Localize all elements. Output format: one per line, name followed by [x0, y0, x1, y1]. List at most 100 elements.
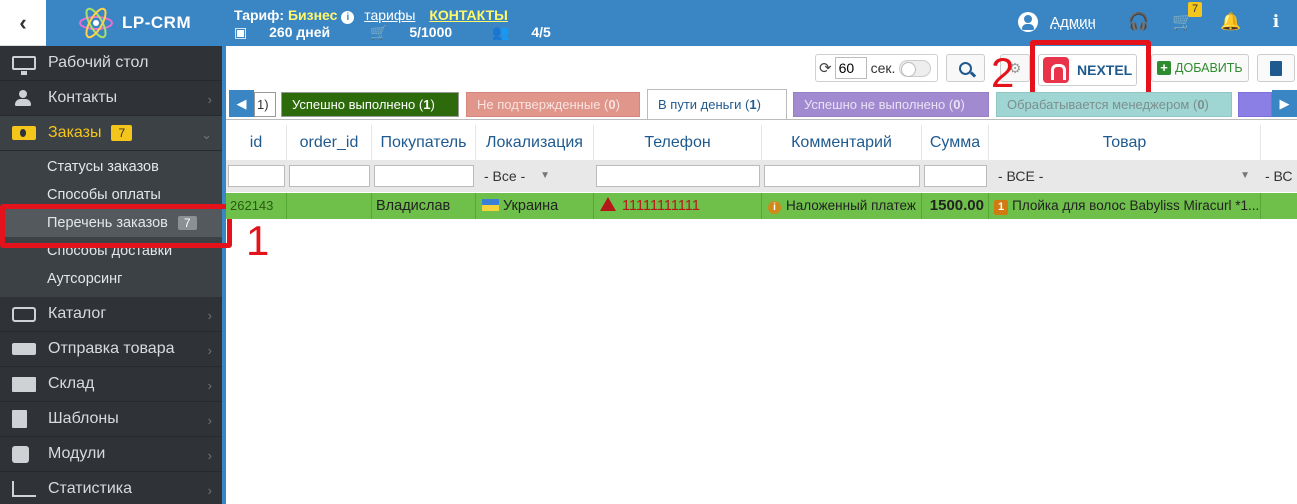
atom-logo-icon	[79, 7, 113, 39]
users-icon	[12, 89, 36, 107]
cart-badge: 7	[1188, 2, 1203, 17]
filter-buyer-input[interactable]	[374, 165, 474, 187]
search-icon	[959, 61, 972, 75]
refresh-icon[interactable]: ⟳	[819, 59, 832, 77]
cell-buyer[interactable]: Владислав	[372, 193, 476, 219]
phone-number: 11111111111	[622, 198, 700, 214]
column-header-product[interactable]: Товар	[989, 125, 1261, 160]
add-order-button[interactable]: + ДОБАВИТЬ	[1151, 54, 1249, 82]
submenu-outsourcing[interactable]: Аутсорсинг	[0, 265, 222, 293]
sidebar-item-orders[interactable]: Заказы 7 ⌄	[0, 116, 222, 151]
status-tab-next[interactable]	[1238, 92, 1272, 117]
chevron-right-icon: ›	[207, 308, 212, 323]
chevron-right-icon: ›	[207, 92, 212, 107]
table-row[interactable]: 262143 Владислав Украина 11111111111 i На…	[226, 193, 1297, 219]
chevron-down-icon: ▼	[540, 170, 550, 181]
sidebar-toggle-button[interactable]: ‹	[0, 0, 46, 46]
highlight-box-2	[1030, 40, 1151, 98]
submenu-order-statuses[interactable]: Статусы заказов	[0, 153, 222, 181]
filter-localization-select[interactable]: - Все - ▼	[478, 164, 558, 188]
contacts-link[interactable]: КОНТАКТЫ	[429, 7, 507, 23]
annotation-number-2: 2	[991, 49, 1015, 96]
headset-icon[interactable]: 🎧	[1128, 12, 1149, 32]
sidebar-item-catalog[interactable]: Каталог ›	[0, 297, 222, 332]
tab-count: 0	[608, 97, 616, 112]
monitor-icon	[12, 56, 36, 75]
chevron-right-icon: ›	[207, 343, 212, 358]
auto-refresh-group: ⟳ сек.	[815, 54, 938, 82]
cell-comment[interactable]: i Наложенный платеж	[762, 193, 922, 219]
column-header-phone[interactable]: Телефон	[594, 125, 762, 160]
orders-badge: 7	[111, 125, 133, 141]
tariffs-link[interactable]: тарифы	[364, 7, 415, 23]
cell-phone[interactable]: 11111111111	[594, 193, 762, 219]
refresh-seconds-input[interactable]	[834, 57, 867, 79]
info-icon: i	[768, 201, 781, 214]
submenu-label: Способы оплаты	[47, 187, 161, 203]
status-tab-money-in-transit[interactable]: В пути деньги (1)	[647, 89, 787, 120]
highlight-box-1	[0, 204, 232, 248]
status-tab-success[interactable]: Успешно выполнено (1)	[281, 92, 459, 117]
filter-product-select[interactable]: - ВСЕ - ▼	[992, 164, 1258, 188]
status-tab-not-completed[interactable]: Успешно не выполнено (0)	[793, 92, 989, 117]
filter-sum-input[interactable]	[924, 165, 987, 187]
filter-next-select[interactable]: - ВС	[1263, 164, 1297, 188]
sidebar-item-templates[interactable]: Шаблоны ›	[0, 402, 222, 437]
info-icon[interactable]: i	[341, 11, 355, 24]
column-header-buyer[interactable]: Покупатель	[372, 125, 476, 160]
sidebar-item-warehouse[interactable]: Склад ›	[0, 367, 222, 402]
column-header-sum[interactable]: Сумма	[922, 125, 989, 160]
status-tab-processing[interactable]: Обрабатывается менеджером (0)	[996, 92, 1232, 117]
warning-icon	[600, 197, 616, 211]
chevron-right-icon: ›	[207, 413, 212, 428]
sidebar-item-dashboard[interactable]: Рабочий стол	[0, 46, 222, 81]
calendar-icon: ▣	[234, 24, 248, 40]
orders-count: 5/1000	[409, 24, 453, 40]
export-button[interactable]	[1257, 54, 1295, 82]
puzzle-icon	[12, 445, 29, 463]
info-icon[interactable]: ℹ	[1266, 12, 1286, 32]
column-header-id[interactable]: id	[226, 125, 287, 160]
seconds-label: сек.	[870, 60, 896, 76]
filter-comment-input[interactable]	[764, 165, 920, 187]
filter-phone-input[interactable]	[596, 165, 760, 187]
tab-label: В пути деньги	[658, 97, 742, 112]
submenu-label: Аутсорсинг	[47, 271, 123, 287]
auto-refresh-toggle[interactable]	[899, 59, 932, 77]
chevron-right-icon: ›	[207, 483, 212, 498]
sidebar-item-label: Каталог	[48, 305, 107, 322]
status-tab-partial[interactable]: 1)	[254, 92, 276, 117]
sidebar-item-shipping[interactable]: Отправка товара ›	[0, 332, 222, 367]
tab-count: 1	[749, 97, 757, 112]
tab-label: Успешно выполнено	[292, 97, 416, 112]
column-header-order-id[interactable]: order_id	[287, 125, 372, 160]
sidebar-item-label: Статистика	[48, 480, 133, 497]
tabs-scroll-right-button[interactable]: ▶	[1272, 90, 1297, 117]
cell-product[interactable]: 1 Плойка для волос Babyliss Miracurl *1..…	[989, 193, 1261, 219]
sidebar-item-label: Заказы	[48, 124, 102, 141]
select-value: - ВСЕ -	[998, 168, 1044, 184]
bell-icon[interactable]: 🔔	[1220, 12, 1241, 32]
column-header-localization[interactable]: Локализация	[476, 125, 594, 160]
sidebar-item-statistics[interactable]: Статистика ›	[0, 472, 222, 504]
sidebar-item-label: Модули	[48, 445, 106, 462]
status-tab-unconfirmed[interactable]: Не подтвержденные (0)	[466, 92, 640, 117]
chevron-down-icon: ⌄	[201, 127, 212, 142]
chevron-down-icon: ▼	[1240, 170, 1250, 181]
filter-id-input[interactable]	[228, 165, 285, 187]
sidebar-item-label: Контакты	[48, 89, 118, 106]
sidebar-item-contacts[interactable]: Контакты ›	[0, 81, 222, 116]
cell-id[interactable]: 262143	[226, 193, 287, 219]
truck-icon	[12, 343, 36, 355]
tabs-scroll-left-button[interactable]: ◀	[229, 90, 254, 117]
column-header-comment[interactable]: Комментарий	[762, 125, 922, 160]
search-button[interactable]	[946, 54, 985, 82]
sidebar-item-modules[interactable]: Модули ›	[0, 437, 222, 472]
user-name: Админ	[1050, 13, 1096, 31]
user-menu[interactable]: Админ	[1018, 12, 1096, 32]
brand[interactable]: LP-CRM	[46, 0, 222, 46]
inbox-icon	[12, 306, 36, 322]
chevron-left-icon: ‹	[19, 9, 27, 35]
money-icon	[12, 126, 36, 140]
filter-order-id-input[interactable]	[289, 165, 370, 187]
